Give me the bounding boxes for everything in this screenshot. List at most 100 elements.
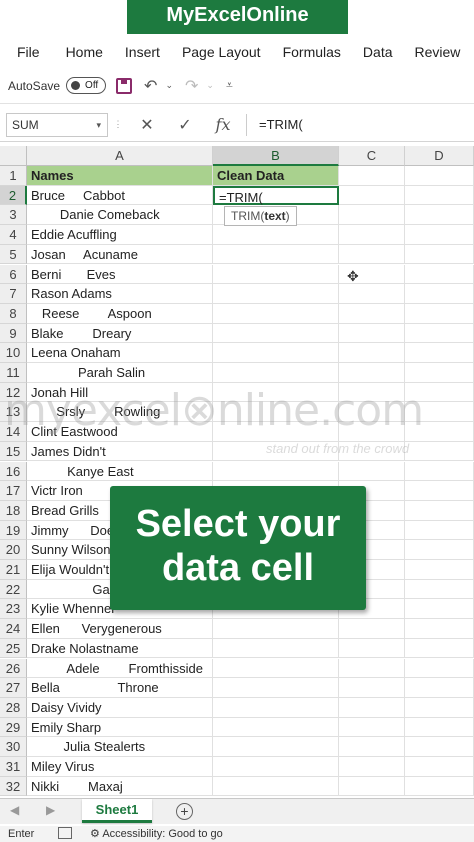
row-header[interactable]: 14 <box>0 422 27 442</box>
row-header[interactable]: 24 <box>0 619 27 639</box>
cell-a[interactable]: Ellen Verygenerous <box>27 619 213 639</box>
cell-a[interactable]: Drake Nolastname <box>27 638 213 659</box>
cell-d[interactable] <box>405 461 474 482</box>
name-box[interactable]: SUM ▾ <box>6 112 108 137</box>
column-header-a[interactable]: A <box>27 146 213 166</box>
cell-c[interactable] <box>339 619 405 639</box>
header-cell-names[interactable]: Names <box>27 166 213 186</box>
row-header[interactable]: 15 <box>0 441 27 462</box>
cell-a[interactable]: Leena Onaham <box>27 343 213 363</box>
cell-d[interactable] <box>405 599 474 620</box>
cell-d[interactable] <box>405 658 474 679</box>
row-header[interactable]: 4 <box>0 225 27 245</box>
redo-icon[interactable]: ↷ <box>185 76 198 96</box>
cell-d[interactable] <box>405 441 474 462</box>
tab-insert[interactable]: Insert <box>125 44 160 60</box>
cell-b[interactable] <box>213 619 339 639</box>
cell-a[interactable]: Berni Eves <box>27 264 213 285</box>
customize-toolbar-icon[interactable]: ⩡ <box>226 78 233 93</box>
cell-d[interactable] <box>405 697 474 718</box>
cell-b[interactable] <box>213 757 339 777</box>
row-header[interactable]: 19 <box>0 520 27 541</box>
cell-a[interactable]: Emily Sharp <box>27 717 213 738</box>
function-tooltip[interactable]: TRIM(text) <box>224 206 297 226</box>
row-header[interactable]: 16 <box>0 461 27 482</box>
cell-d[interactable] <box>405 757 474 777</box>
autosave-toggle[interactable]: Off <box>66 77 107 94</box>
select-all-corner[interactable] <box>0 146 27 166</box>
cell-d[interactable] <box>405 343 474 363</box>
cell-a[interactable]: Jonah Hill <box>27 382 213 403</box>
cell-c[interactable] <box>339 303 405 324</box>
cell-c[interactable] <box>339 343 405 363</box>
row-header[interactable]: 10 <box>0 343 27 363</box>
cell-d[interactable] <box>405 717 474 738</box>
row-header[interactable]: 27 <box>0 678 27 698</box>
row-header[interactable]: 12 <box>0 382 27 403</box>
cell-d[interactable] <box>405 323 474 344</box>
cell-b[interactable] <box>213 717 339 738</box>
sheet-tab-sheet1[interactable]: Sheet1 <box>82 799 152 823</box>
undo-dropdown-icon[interactable]: ⌄ <box>165 80 173 91</box>
row-header[interactable]: 18 <box>0 500 27 521</box>
row-header[interactable]: 6 <box>0 264 27 285</box>
row-header[interactable]: 3 <box>0 205 27 226</box>
cell-c[interactable] <box>339 678 405 698</box>
scroll-sheets-right-icon[interactable]: ▶ <box>46 803 55 817</box>
row-header[interactable]: 11 <box>0 363 27 383</box>
cell-a[interactable]: Parah Salin <box>27 363 213 383</box>
column-header-b[interactable]: B <box>213 146 339 166</box>
row-header[interactable]: 30 <box>0 737 27 757</box>
redo-dropdown-icon[interactable]: ⌄ <box>206 80 214 91</box>
cell-a[interactable]: Miley Virus <box>27 757 213 777</box>
accessibility-status[interactable]: ⚙ Accessibility: Good to go <box>90 826 223 842</box>
cell-c[interactable] <box>339 717 405 738</box>
row-header[interactable]: 22 <box>0 579 27 600</box>
row-header[interactable]: 25 <box>0 638 27 659</box>
save-icon[interactable] <box>116 77 133 94</box>
cell-a[interactable]: Adele Fromthisside <box>27 658 213 679</box>
cell-b[interactable] <box>213 264 339 285</box>
cell-b[interactable] <box>213 303 339 324</box>
insert-function-icon[interactable]: fx <box>204 115 242 134</box>
cell-a[interactable]: Srsly Rowling <box>27 402 213 423</box>
cell-c[interactable] <box>339 205 405 226</box>
cell-d[interactable] <box>405 579 474 600</box>
cell-b[interactable] <box>213 461 339 482</box>
name-box-dropdown-icon[interactable]: ▾ <box>96 114 101 136</box>
row-header[interactable]: 13 <box>0 402 27 423</box>
add-sheet-icon[interactable]: + <box>176 803 193 820</box>
cell-d[interactable] <box>405 185 474 206</box>
row-header[interactable]: 7 <box>0 284 27 304</box>
cell-b[interactable] <box>213 658 339 679</box>
row-header[interactable]: 31 <box>0 757 27 777</box>
cell-a[interactable]: James Didn't <box>27 441 213 462</box>
row-header[interactable]: 23 <box>0 599 27 620</box>
cell-a[interactable]: Rason Adams <box>27 284 213 304</box>
scroll-sheets-left-icon[interactable]: ◀ <box>10 803 19 817</box>
cell-c[interactable] <box>339 244 405 265</box>
cell-b[interactable] <box>213 776 339 797</box>
cell-a[interactable]: Julia Stealerts <box>27 737 213 757</box>
cell-d[interactable] <box>405 540 474 560</box>
tab-data[interactable]: Data <box>363 44 393 60</box>
cell-d[interactable] <box>405 205 474 226</box>
cell-d[interactable] <box>405 284 474 304</box>
cell-d[interactable] <box>405 500 474 521</box>
cell-a[interactable]: Eddie Acuffling <box>27 225 213 245</box>
cell-b[interactable] <box>213 343 339 363</box>
cell-d[interactable] <box>405 560 474 580</box>
cell-d[interactable] <box>405 619 474 639</box>
cell-d[interactable] <box>405 638 474 659</box>
cell-d[interactable] <box>405 244 474 265</box>
cell-c[interactable] <box>339 461 405 482</box>
cell-a[interactable]: Kanye East <box>27 461 213 482</box>
cell-b[interactable] <box>213 402 339 423</box>
cell-a[interactable]: Clint Eastwood <box>27 422 213 442</box>
cell-c[interactable] <box>339 422 405 442</box>
macro-record-icon[interactable] <box>58 827 72 839</box>
drag-handle-icon[interactable]: ⋮ <box>108 119 128 130</box>
row-header[interactable]: 17 <box>0 481 27 501</box>
cell-c[interactable] <box>339 638 405 659</box>
row-header[interactable]: 8 <box>0 303 27 324</box>
